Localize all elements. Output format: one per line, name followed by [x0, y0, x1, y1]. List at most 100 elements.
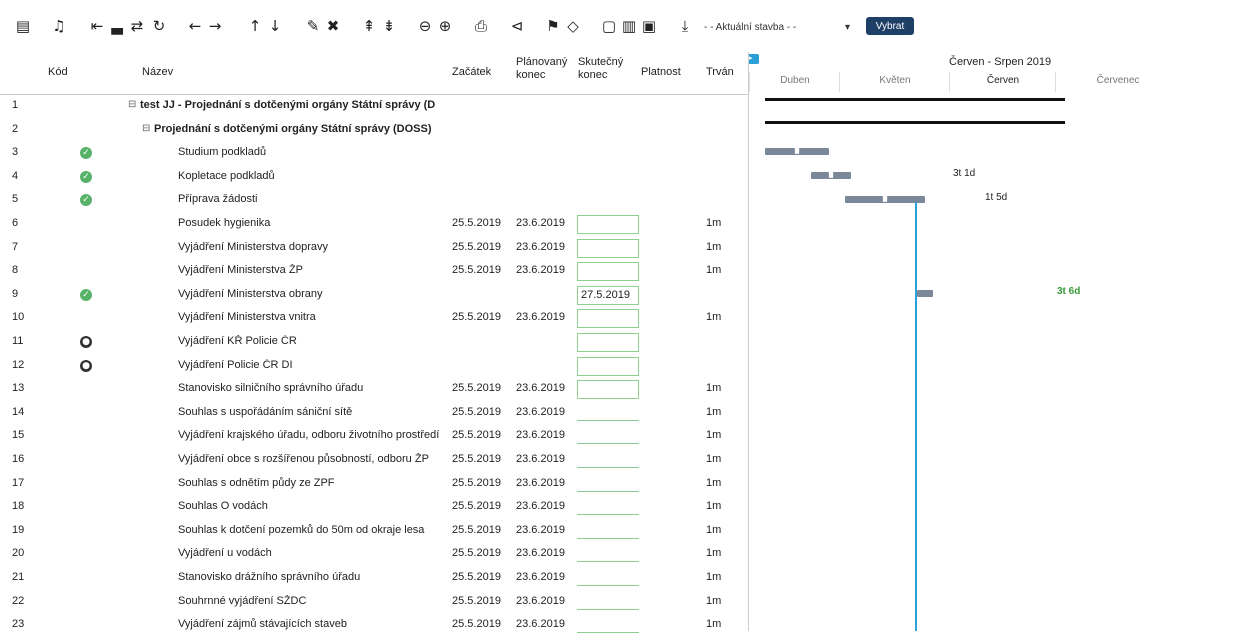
- table-row[interactable]: 15 Vyjádření krajského úřadu, odboru živo…: [0, 425, 748, 449]
- table-row[interactable]: 14 Souhlas s uspořádáním sániční sítě 25.5…: [0, 402, 748, 426]
- table-row[interactable]: 23 Vyjádření zájmů stávajících staveb 25.5…: [0, 614, 748, 638]
- task-name[interactable]: Příprava žádosti: [178, 193, 450, 205]
- view1-icon[interactable]: ▢: [600, 16, 618, 36]
- table-row[interactable]: 2 ⊟ Projednání s dotčenými orgány Státní s…: [0, 119, 748, 143]
- actual-end-field[interactable]: [577, 419, 639, 421]
- table-row[interactable]: 17 Souhlas s odnětím půdy ze ZPF 25.5.2019…: [0, 473, 748, 497]
- print-icon[interactable]: ⎙: [472, 16, 490, 36]
- task-start[interactable]: 25.5.2019: [452, 217, 514, 229]
- task-planned-end[interactable]: 23.6.2019: [516, 618, 576, 630]
- zoom-out-icon[interactable]: ⊖: [416, 16, 434, 36]
- task-name[interactable]: Souhlas k dotčení pozemků do 50m od okra…: [178, 524, 450, 536]
- task-bar[interactable]: █: [811, 172, 851, 179]
- table-row[interactable]: 13 Stanovisko silničního správního úřadu 2…: [0, 378, 748, 402]
- task-name[interactable]: Vyjádření Policie ČR DI: [178, 359, 450, 371]
- actual-end-field[interactable]: [577, 561, 639, 563]
- actual-end-field[interactable]: [577, 585, 639, 586]
- task-bar[interactable]: [917, 290, 933, 297]
- actual-end-input[interactable]: [577, 356, 639, 376]
- delete-icon[interactable]: ✖: [324, 16, 342, 36]
- table-row[interactable]: 1 ⊟ test JJ - Projednání s dotčenými orgán…: [0, 95, 748, 119]
- task-start[interactable]: 25.5.2019: [452, 595, 514, 607]
- task-start[interactable]: 25.5.2019: [452, 571, 514, 583]
- task-name[interactable]: Vyjádření Ministerstva dopravy: [178, 241, 450, 253]
- collapse-icon[interactable]: ⇟: [380, 16, 398, 36]
- task-name[interactable]: Souhlas s odnětím půdy ze ZPF: [178, 477, 450, 489]
- task-start[interactable]: 25.5.2019: [452, 618, 514, 630]
- bell-icon[interactable]: ♫: [50, 16, 68, 36]
- collapse-icon[interactable]: ⊟: [142, 123, 150, 134]
- actual-end-field[interactable]: [577, 537, 639, 539]
- task-planned-end[interactable]: 23.6.2019: [516, 241, 576, 253]
- link-icon[interactable]: ⇄: [128, 16, 146, 36]
- actual-end-input[interactable]: [577, 238, 639, 258]
- table-row[interactable]: 21 Stanovisko drážního správního úřadu 25.…: [0, 567, 748, 591]
- task-planned-end[interactable]: 23.6.2019: [516, 217, 576, 229]
- actual-end-input[interactable]: [577, 215, 639, 234]
- actual-end-field[interactable]: [577, 514, 639, 516]
- zoom-in-icon[interactable]: ⊕: [436, 16, 454, 36]
- task-start[interactable]: 25.5.2019: [452, 477, 514, 489]
- task-name[interactable]: Souhlas O vodách: [178, 500, 450, 512]
- edit-icon[interactable]: ✎: [304, 16, 322, 36]
- table-row[interactable]: 20 Vyjádření u vodách 25.5.2019 23.6.2019 1m: [0, 543, 748, 567]
- task-name[interactable]: Vyjádření Ministerstva obrany: [178, 288, 450, 300]
- table-row[interactable]: 11 ● Vyjádření KŘ Policie ČR: [0, 331, 748, 355]
- table-row[interactable]: 3 ✓ Studium podkladů: [0, 142, 748, 166]
- task-planned-end[interactable]: 23.6.2019: [516, 595, 576, 607]
- task-start[interactable]: 25.5.2019: [452, 453, 514, 465]
- header-skutecny-konec[interactable]: Skutečný konec: [578, 56, 634, 82]
- task-name[interactable]: Souhrnné vyjádření SŽDC: [178, 595, 450, 607]
- header-planovany-konec[interactable]: Plánovaný konec: [516, 56, 572, 82]
- eraser-icon[interactable]: ◇: [564, 16, 582, 36]
- task-bar[interactable]: █: [845, 196, 925, 203]
- actual-end-input[interactable]: [577, 262, 639, 282]
- right-arrow-icon[interactable]: →: [206, 16, 224, 36]
- view2-icon[interactable]: ▥: [620, 16, 638, 36]
- table-row[interactable]: 12 ● Vyjádření Policie ČR DI: [0, 355, 748, 379]
- task-planned-end[interactable]: 23.6.2019: [516, 429, 576, 441]
- actual-end-input[interactable]: 27.5.2019: [577, 285, 639, 305]
- header-platnost[interactable]: Platnost: [641, 66, 681, 79]
- summary-bar[interactable]: [765, 121, 1065, 124]
- task-bar[interactable]: █: [765, 148, 829, 155]
- view3-icon[interactable]: ▣: [640, 16, 658, 36]
- actual-end-input[interactable]: [577, 333, 639, 352]
- actual-end-field[interactable]: [577, 443, 639, 445]
- task-name[interactable]: Vyjádření zájmů stávajících staveb: [178, 618, 450, 630]
- task-name[interactable]: Vyjádření krajského úřadu, odboru životn…: [178, 429, 450, 441]
- task-name[interactable]: Stanovisko drážního správního úřadu: [178, 571, 450, 583]
- task-name[interactable]: Vyjádření KŘ Policie ČR: [178, 335, 450, 347]
- task-name[interactable]: Vyjádření Ministerstva ŽP: [178, 264, 450, 276]
- task-name[interactable]: Vyjádření Ministerstva vnitra: [178, 311, 450, 323]
- task-name[interactable]: Kopletace podkladů: [178, 170, 450, 182]
- table-row[interactable]: 16 Vyjádření obce s rozšířenou působností…: [0, 449, 748, 473]
- table-row[interactable]: 8 Vyjádření Ministerstva ŽP 25.5.2019 23.6.…: [0, 260, 748, 284]
- table-row[interactable]: 10 Vyjádření Ministerstva vnitra 25.5.2019…: [0, 307, 748, 331]
- header-zacatek[interactable]: Začátek: [452, 66, 491, 79]
- task-planned-end[interactable]: 23.6.2019: [516, 311, 576, 323]
- task-name[interactable]: test JJ - Projednání s dotčenými orgány …: [140, 99, 450, 111]
- task-start[interactable]: 25.5.2019: [452, 311, 514, 323]
- task-name[interactable]: Posudek hygienika: [178, 217, 450, 229]
- task-planned-end[interactable]: 23.6.2019: [516, 477, 576, 489]
- task-start[interactable]: 25.5.2019: [452, 500, 514, 512]
- download-icon[interactable]: ⤓: [676, 16, 694, 36]
- task-planned-end[interactable]: 23.6.2019: [516, 547, 576, 559]
- table-row[interactable]: 22 Souhrnné vyjádření SŽDC 25.5.2019 23.6.2…: [0, 591, 748, 615]
- task-planned-end[interactable]: 23.6.2019: [516, 406, 576, 418]
- outdent-icon[interactable]: ▃: [108, 16, 126, 36]
- task-planned-end[interactable]: 23.6.2019: [516, 264, 576, 276]
- refresh-icon[interactable]: ↻: [150, 16, 168, 36]
- expand-icon[interactable]: ⇞: [360, 16, 378, 36]
- list-icon[interactable]: ▤: [14, 16, 32, 36]
- actual-end-input[interactable]: [577, 380, 639, 400]
- actual-end-field[interactable]: [577, 608, 639, 610]
- task-start[interactable]: 25.5.2019: [452, 547, 514, 559]
- indent-icon[interactable]: ⇤: [88, 16, 106, 36]
- task-name[interactable]: Stanovisko silničního správního úřadu: [178, 382, 450, 394]
- task-planned-end[interactable]: 23.6.2019: [516, 571, 576, 583]
- actual-end-field[interactable]: [577, 490, 639, 492]
- left-arrow-icon[interactable]: ←: [186, 16, 204, 36]
- task-planned-end[interactable]: 23.6.2019: [516, 524, 576, 536]
